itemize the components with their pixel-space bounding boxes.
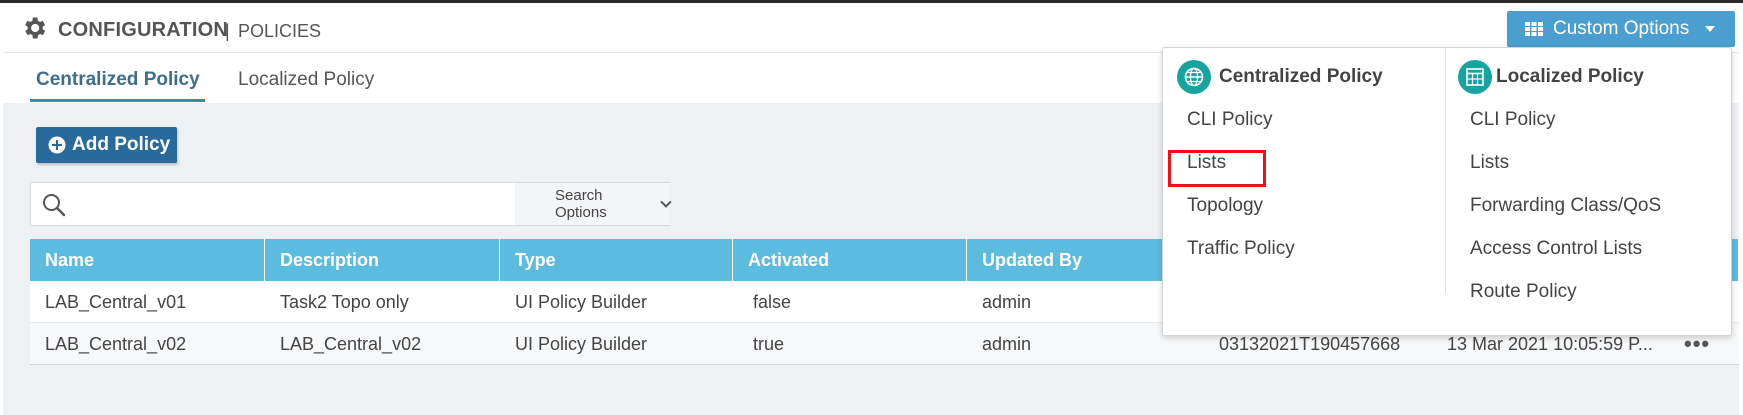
- custom-options-button[interactable]: Custom Options: [1507, 11, 1735, 47]
- menu-item-central-cli-policy[interactable]: CLI Policy: [1187, 109, 1273, 131]
- column-header-name[interactable]: Name: [30, 239, 265, 281]
- centralized-policy-heading-label: Centralized Policy: [1219, 66, 1383, 87]
- cell-name: LAB_Central_v01: [45, 291, 187, 312]
- search-options-dropdown[interactable]: Search Options: [515, 183, 672, 225]
- menu-item-local-forwarding-class-qos[interactable]: Forwarding Class/QoS: [1470, 195, 1661, 217]
- add-policy-button[interactable]: Add Policy: [36, 127, 177, 163]
- menu-item-local-lists[interactable]: Lists: [1470, 152, 1509, 174]
- cell-activated: true: [753, 333, 785, 354]
- menu-item-local-cli-policy[interactable]: CLI Policy: [1470, 109, 1556, 131]
- tab-localized-policy[interactable]: Localized Policy: [238, 69, 374, 91]
- gear-icon: [25, 17, 46, 39]
- cell-description: Task2 Topo only: [280, 291, 409, 312]
- plus-circle-icon: [48, 136, 66, 154]
- cell-type: UI Policy Builder: [515, 333, 648, 354]
- centralized-policy-heading: Centralized Policy: [1177, 60, 1383, 94]
- search-input[interactable]: [76, 189, 536, 219]
- localized-policy-menu: Localized Policy CLI Policy Lists Forwar…: [1446, 48, 1731, 337]
- cell-name: LAB_Central_v02: [45, 333, 187, 354]
- active-tab-indicator: [30, 99, 205, 102]
- highlight-box: [1168, 150, 1266, 187]
- page-header: CONFIGURATION | POLICIES Custom Options: [3, 3, 1739, 53]
- custom-options-menu: Centralized Policy CLI Policy Lists Topo…: [1162, 47, 1732, 336]
- menu-item-local-route-policy[interactable]: Route Policy: [1470, 281, 1577, 303]
- page-subtitle: POLICIES: [238, 21, 322, 41]
- localized-policy-heading-label: Localized Policy: [1496, 66, 1644, 87]
- menu-item-central-traffic-policy[interactable]: Traffic Policy: [1187, 238, 1295, 260]
- centralized-policy-menu: Centralized Policy CLI Policy Lists Topo…: [1163, 48, 1445, 337]
- cell-description: LAB_Central_v02: [280, 333, 422, 354]
- search-options-label: Search Options: [555, 187, 607, 221]
- custom-options-label: Custom Options: [1553, 18, 1690, 39]
- caret-down-icon: [1705, 26, 1716, 32]
- column-header-activated[interactable]: Activated: [733, 239, 967, 281]
- cell-activated: false: [753, 291, 792, 312]
- column-header-description[interactable]: Description: [265, 239, 500, 281]
- localized-policy-heading: Localized Policy: [1458, 60, 1644, 94]
- table-icon: [1525, 22, 1543, 36]
- cell-type: UI Policy Builder: [515, 291, 648, 312]
- column-header-type[interactable]: Type: [500, 239, 733, 281]
- search-icon: [43, 194, 66, 217]
- search-bar: Search Options: [30, 182, 672, 226]
- page-title: CONFIGURATION: [58, 19, 228, 41]
- add-policy-label: Add Policy: [72, 134, 171, 155]
- grid-icon: [1458, 60, 1492, 94]
- globe-icon: [1177, 60, 1211, 94]
- menu-item-central-topology[interactable]: Topology: [1187, 195, 1263, 217]
- title-separator: |: [225, 21, 230, 41]
- menu-item-local-access-control-lists[interactable]: Access Control Lists: [1470, 238, 1642, 260]
- tab-centralized-policy[interactable]: Centralized Policy: [36, 69, 200, 91]
